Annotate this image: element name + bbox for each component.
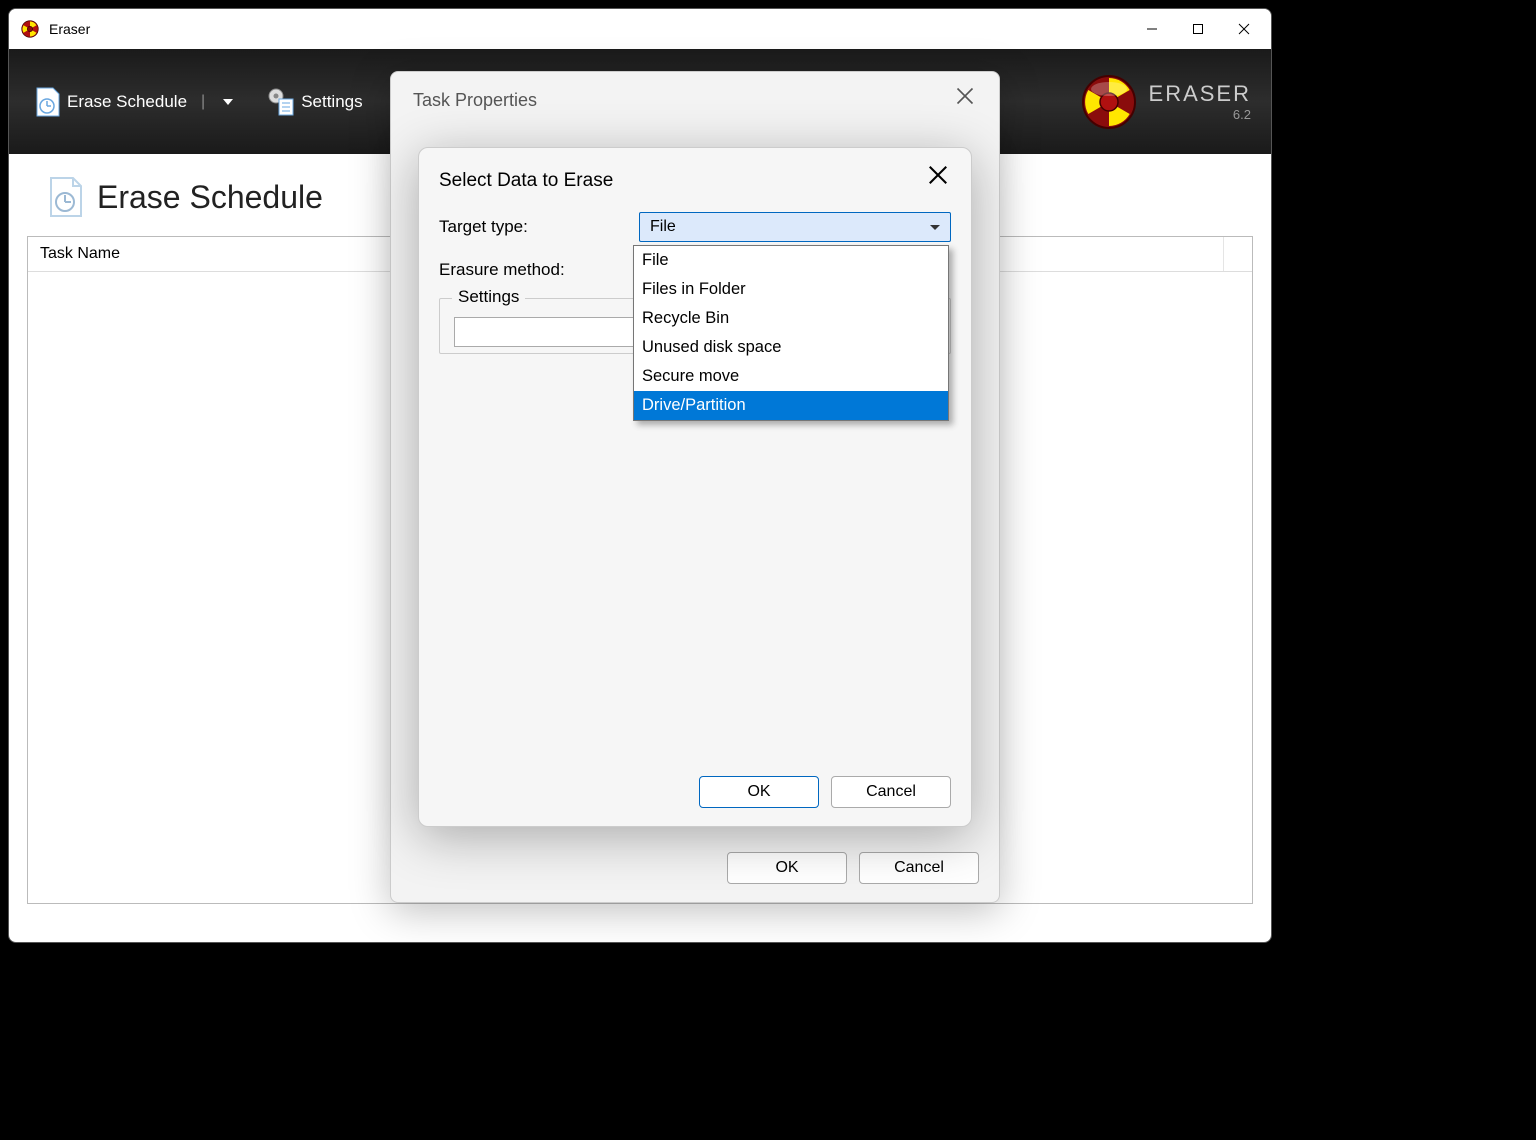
dropdown-option-drive-partition[interactable]: Drive/Partition <box>634 391 948 420</box>
toolbar-divider: | <box>197 93 209 111</box>
window-title: Eraser <box>49 21 1129 37</box>
page-header-icon <box>47 176 83 218</box>
col-scroll-gutter <box>1224 237 1252 271</box>
task-properties-title: Task Properties <box>391 72 999 128</box>
select-data-ok-button[interactable]: OK <box>699 776 819 808</box>
brand: ERASER 6.2 <box>1081 74 1251 130</box>
dropdown-option-secure-move[interactable]: Secure move <box>634 362 948 391</box>
schedule-icon <box>33 86 61 118</box>
settings-label: Settings <box>301 92 362 112</box>
close-button[interactable] <box>1221 13 1267 45</box>
dropdown-option-unused-disk-space[interactable]: Unused disk space <box>634 333 948 362</box>
titlebar: Eraser <box>9 9 1271 49</box>
target-type-combo[interactable]: File <box>639 212 951 242</box>
settings-legend: Settings <box>452 287 525 307</box>
task-properties-cancel-button[interactable]: Cancel <box>859 852 979 884</box>
erasure-method-label: Erasure method: <box>439 260 639 280</box>
settings-icon <box>267 87 295 117</box>
target-type-label: Target type: <box>439 217 639 237</box>
brand-version: 6.2 <box>1149 107 1251 122</box>
dropdown-option-file[interactable]: File <box>634 246 948 275</box>
erase-schedule-menu[interactable]: Erase Schedule <box>33 86 187 118</box>
task-properties-ok-button[interactable]: OK <box>727 852 847 884</box>
app-icon <box>21 20 39 38</box>
dropdown-option-recycle-bin[interactable]: Recycle Bin <box>634 304 948 333</box>
page-title: Erase Schedule <box>97 179 323 216</box>
chevron-down-icon <box>930 225 940 230</box>
settings-menu[interactable]: Settings <box>267 87 362 117</box>
erase-schedule-label: Erase Schedule <box>67 92 187 112</box>
select-data-title: Select Data to Erase <box>439 170 951 192</box>
brand-logo-icon <box>1081 74 1137 130</box>
minimize-button[interactable] <box>1129 13 1175 45</box>
maximize-button[interactable] <box>1175 13 1221 45</box>
erase-schedule-dropdown-caret[interactable] <box>223 99 233 105</box>
target-type-dropdown: File Files in Folder Recycle Bin Unused … <box>633 245 949 421</box>
brand-name: ERASER <box>1149 81 1251 107</box>
task-properties-close-button[interactable] <box>955 86 981 112</box>
select-data-close-button[interactable] <box>927 164 953 190</box>
dropdown-option-files-in-folder[interactable]: Files in Folder <box>634 275 948 304</box>
window-controls <box>1129 13 1267 45</box>
select-data-cancel-button[interactable]: Cancel <box>831 776 951 808</box>
target-type-value: File <box>650 218 676 236</box>
